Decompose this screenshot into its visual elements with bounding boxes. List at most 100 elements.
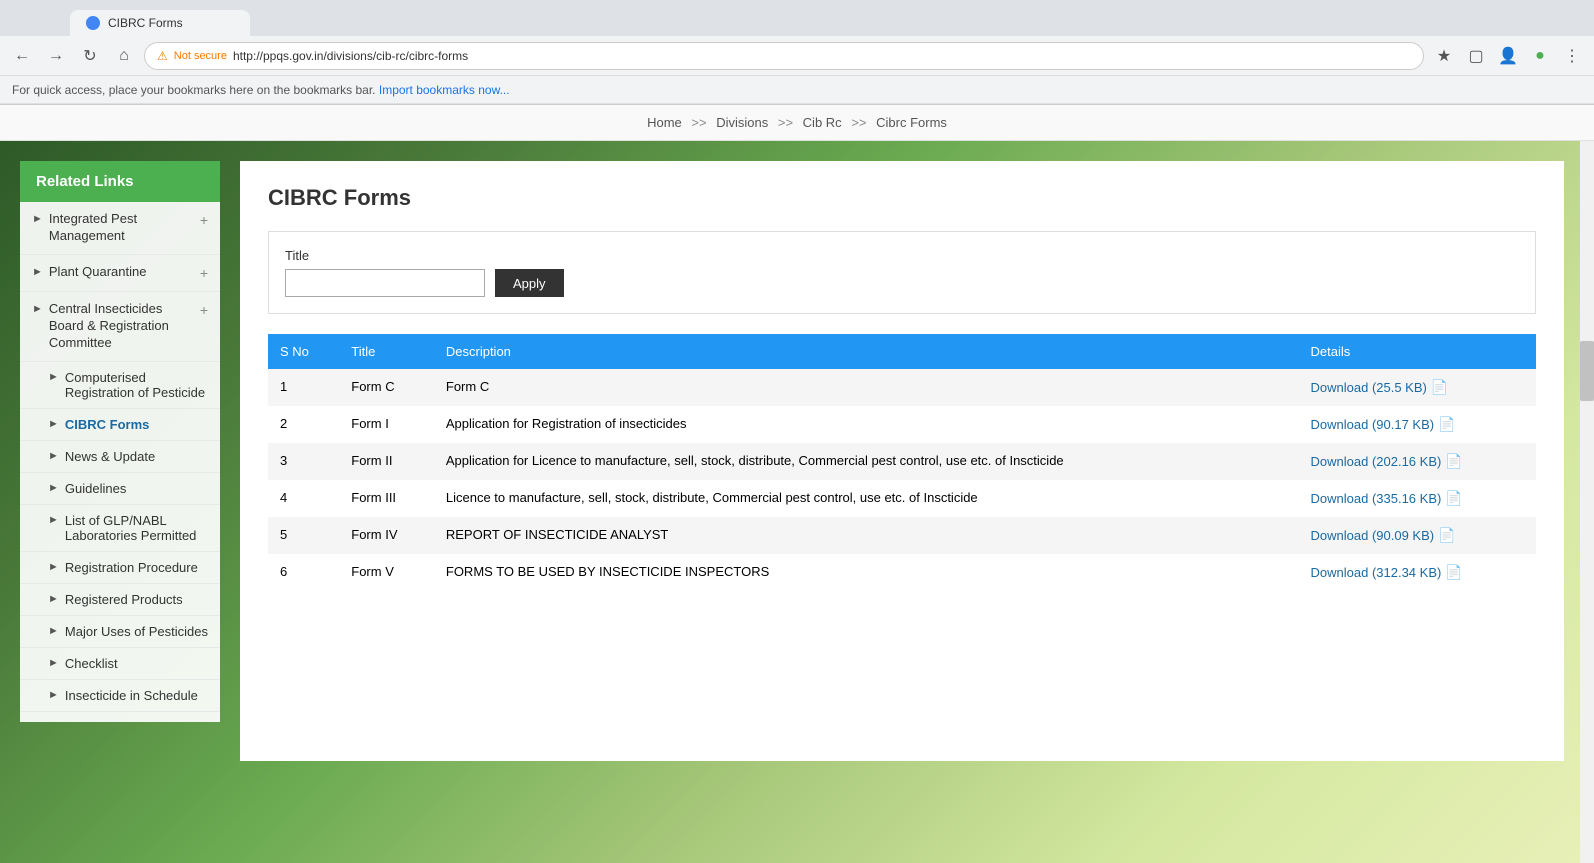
toolbar-icons: ★ ▢ 👤 ● ⋮ [1430, 42, 1586, 70]
download-link[interactable]: Download (90.09 KB)📄 [1311, 527, 1524, 544]
breadcrumb-cib-rc[interactable]: Cib Rc [803, 115, 842, 130]
sidebar-sub-label-glp: List of GLP/NABL Laboratories Permitted [65, 513, 208, 543]
cell-details: Download (90.09 KB)📄 [1299, 517, 1536, 554]
cell-details: Download (312.34 KB)📄 [1299, 554, 1536, 591]
cell-sno: 3 [268, 443, 339, 480]
plus-icon-plant: + [200, 264, 208, 282]
download-link[interactable]: Download (335.16 KB)📄 [1311, 490, 1524, 507]
sidebar-sub-arrow-regproc: ► [48, 561, 59, 573]
pdf-icon: 📄 [1445, 490, 1462, 507]
main-content: CIBRC Forms Title Apply S No Title Descr… [220, 141, 1594, 863]
cell-sno: 6 [268, 554, 339, 591]
cell-description: REPORT OF INSECTICIDE ANALYST [434, 517, 1299, 554]
sidebar-arrow-plant: ► [32, 265, 43, 279]
scrollbar-thumb[interactable] [1580, 341, 1594, 401]
more-menu-button[interactable]: ⋮ [1558, 42, 1586, 70]
cell-details: Download (90.17 KB)📄 [1299, 406, 1536, 443]
not-secure-label: Not secure [174, 50, 227, 62]
cell-title: Form C [339, 369, 434, 406]
sidebar-header: Related Links [20, 161, 220, 202]
sidebar-item-cib[interactable]: ► Central Insecticides Board & Registrat… [20, 292, 220, 362]
sidebar-item-reg-products[interactable]: ► Registered Products [20, 584, 220, 616]
import-bookmarks-link[interactable]: Import bookmarks now... [379, 83, 510, 97]
sidebar-item-computerised-reg[interactable]: ► Computerised Registration of Pesticide [20, 362, 220, 409]
tab-title: CIBRC Forms [108, 16, 183, 30]
reload-button[interactable]: ↻ [76, 42, 104, 70]
sidebar-item-plant-quarantine[interactable]: ► Plant Quarantine + [20, 255, 220, 292]
sidebar-arrow-cib: ► [32, 302, 43, 316]
kaspersky-icon[interactable]: ● [1526, 42, 1554, 70]
sidebar-sub-label-insecticide: Insecticide in Schedule [65, 688, 198, 703]
apply-button[interactable]: Apply [495, 269, 564, 297]
filter-area: Title Apply [268, 231, 1536, 314]
download-link[interactable]: Download (90.17 KB)📄 [1311, 416, 1524, 433]
sidebar-sub-arrow-regprod: ► [48, 593, 59, 605]
cell-title: Form I [339, 406, 434, 443]
cell-title: Form V [339, 554, 434, 591]
tab-favicon [86, 16, 100, 30]
col-header-title: Title [339, 334, 434, 369]
sidebar-item-guidelines[interactable]: ► Guidelines [20, 473, 220, 505]
tab-switcher-button[interactable]: ▢ [1462, 42, 1490, 70]
title-search-input[interactable] [285, 269, 485, 297]
bookmarks-text: For quick access, place your bookmarks h… [12, 83, 376, 97]
sidebar-body: ► Integrated Pest Management + ► Plant Q… [20, 202, 220, 722]
bookmark-page-button[interactable]: ★ [1430, 42, 1458, 70]
sidebar-item-glp-labs[interactable]: ► List of GLP/NABL Laboratories Permitte… [20, 505, 220, 552]
sidebar-item-major-uses[interactable]: ► Major Uses of Pesticides [20, 616, 220, 648]
profile-button[interactable]: 👤 [1494, 42, 1522, 70]
cell-description: Application for Licence to manufacture, … [434, 443, 1299, 480]
pdf-icon: 📄 [1438, 416, 1455, 433]
cell-sno: 5 [268, 517, 339, 554]
col-header-details: Details [1299, 334, 1536, 369]
forward-button[interactable]: → [42, 42, 70, 70]
download-link[interactable]: Download (312.34 KB)📄 [1311, 564, 1524, 581]
cell-title: Form II [339, 443, 434, 480]
sidebar-item-cibrc-forms[interactable]: ► CIBRC Forms [20, 409, 220, 441]
sidebar-sub-label-major: Major Uses of Pesticides [65, 624, 208, 639]
breadcrumb-sep-1: >> [691, 115, 706, 130]
home-button[interactable]: ⌂ [110, 42, 138, 70]
breadcrumb-sep-3: >> [851, 115, 866, 130]
sidebar-sub-arrow-comp: ► [48, 371, 59, 383]
table-row: 4Form IIILicence to manufacture, sell, s… [268, 480, 1536, 517]
pdf-icon: 📄 [1431, 379, 1448, 396]
cell-details: Download (202.16 KB)📄 [1299, 443, 1536, 480]
cell-details: Download (25.5 KB)📄 [1299, 369, 1536, 406]
cell-title: Form IV [339, 517, 434, 554]
sidebar-sub-arrow-checklist: ► [48, 657, 59, 669]
cell-description: Application for Registration of insectic… [434, 406, 1299, 443]
sidebar-item-ipm[interactable]: ► Integrated Pest Management + [20, 202, 220, 255]
page-title: CIBRC Forms [268, 185, 1536, 211]
col-header-sno: S No [268, 334, 339, 369]
breadcrumb-divisions[interactable]: Divisions [716, 115, 768, 130]
browser-tab[interactable]: CIBRC Forms [70, 10, 250, 36]
download-link[interactable]: Download (202.16 KB)📄 [1311, 453, 1524, 470]
address-bar[interactable]: ⚠ Not secure http://ppqs.gov.in/division… [144, 42, 1424, 70]
scrollbar[interactable] [1580, 141, 1594, 863]
bookmarks-bar: For quick access, place your bookmarks h… [0, 76, 1594, 104]
table-row: 3Form IIApplication for Licence to manuf… [268, 443, 1536, 480]
sidebar-item-checklist[interactable]: ► Checklist [20, 648, 220, 680]
sidebar-item-news-update[interactable]: ► News & Update [20, 441, 220, 473]
breadcrumb-home[interactable]: Home [647, 115, 682, 130]
browser-toolbar: ← → ↻ ⌂ ⚠ Not secure http://ppqs.gov.in/… [0, 36, 1594, 76]
sidebar-item-reg-procedure[interactable]: ► Registration Procedure [20, 552, 220, 584]
plus-icon-cib: + [200, 301, 208, 319]
pdf-icon: 📄 [1438, 527, 1455, 544]
sidebar-sub-arrow-news: ► [48, 450, 59, 462]
back-button[interactable]: ← [8, 42, 36, 70]
filter-row: Apply [285, 269, 1519, 297]
sidebar-item-insecticide-schedule[interactable]: ► Insecticide in Schedule [20, 680, 220, 712]
sidebar-arrow-ipm: ► [32, 212, 43, 226]
breadcrumb-sep-2: >> [778, 115, 793, 130]
download-link[interactable]: Download (25.5 KB)📄 [1311, 379, 1524, 396]
content-card: CIBRC Forms Title Apply S No Title Descr… [240, 161, 1564, 761]
sidebar-sub-arrow-cibrc: ► [48, 418, 59, 430]
sidebar-sub-arrow-guidelines: ► [48, 482, 59, 494]
sidebar-item-label-ipm: Integrated Pest Management [49, 211, 200, 245]
pdf-icon: 📄 [1445, 564, 1462, 581]
data-table: S No Title Description Details 1Form CFo… [268, 334, 1536, 591]
sidebar-sub-label-comp: Computerised Registration of Pesticide [65, 370, 208, 400]
sidebar-item-label-plant: Plant Quarantine [49, 264, 147, 281]
